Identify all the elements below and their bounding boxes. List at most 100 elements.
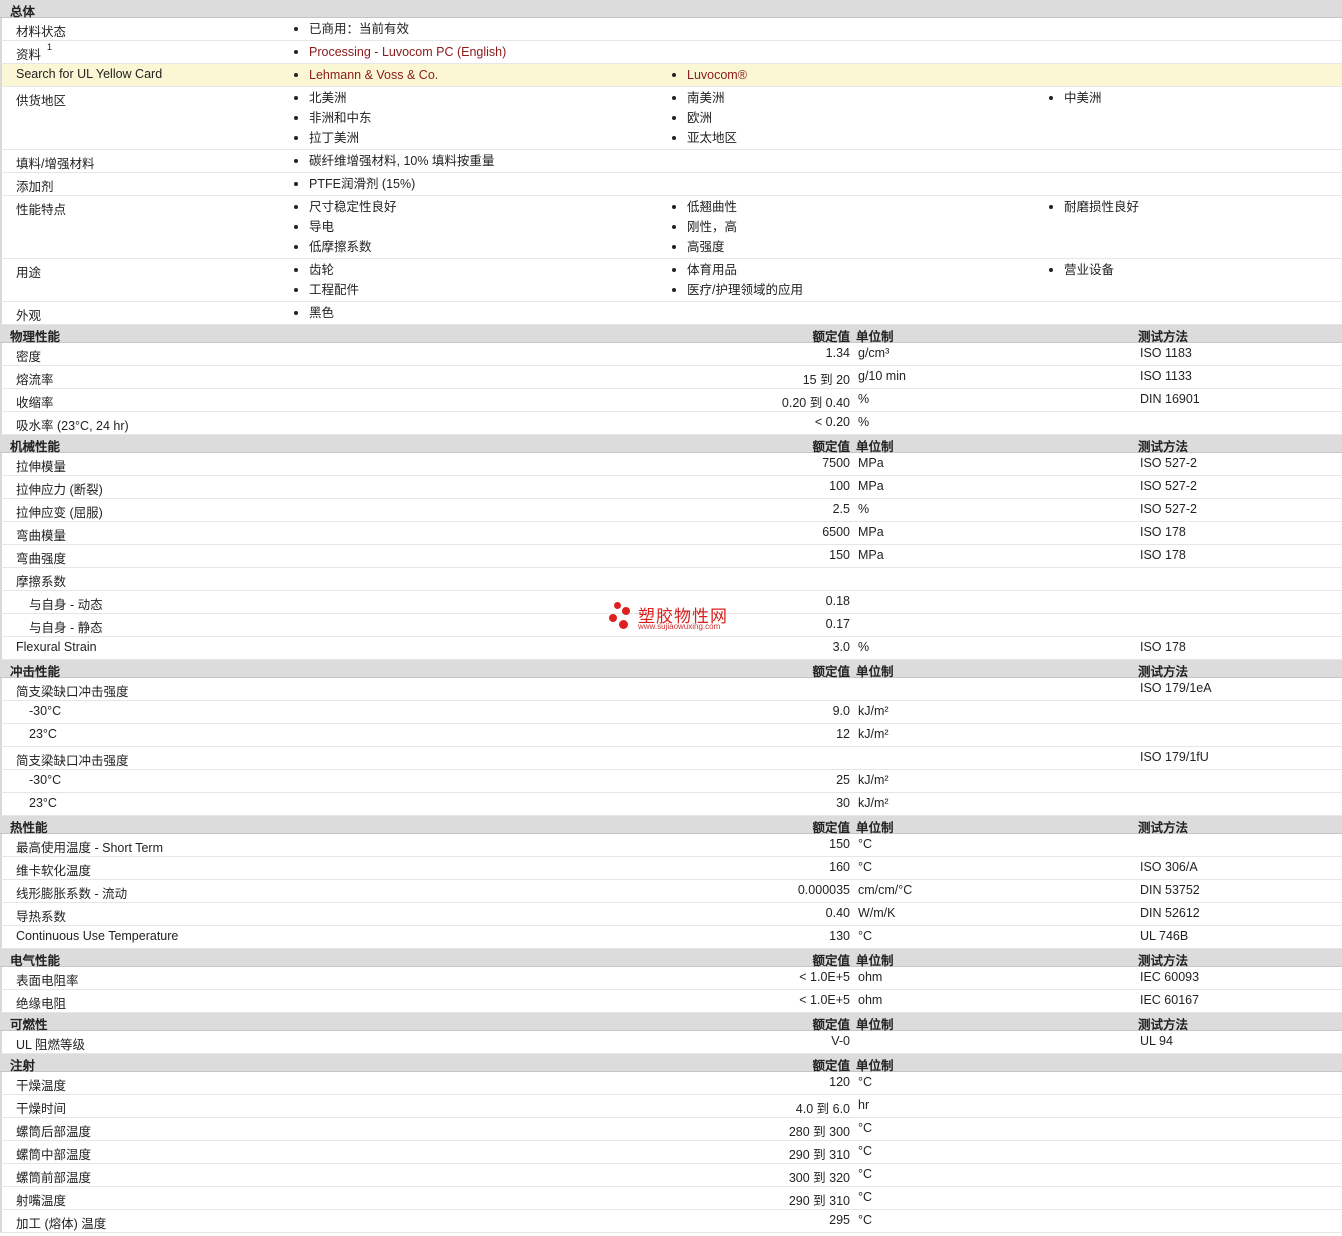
general-row: 添加剂 PTFE润滑剂 (15%) bbox=[0, 173, 1342, 196]
bullet-link[interactable]: Luvocom® bbox=[670, 67, 747, 87]
property-row: Continuous Use Temperature 130 °C UL 746B bbox=[0, 926, 1342, 949]
property-unit: kJ/m² bbox=[858, 773, 889, 787]
property-label: 导热系数 bbox=[16, 910, 67, 924]
test-method: DIN 52612 bbox=[1140, 906, 1200, 920]
property-value: 15 到 20 bbox=[802, 373, 850, 387]
property-value: 160 bbox=[829, 860, 850, 874]
test-method: ISO 527-2 bbox=[1140, 456, 1197, 470]
section-header-general: 总体 bbox=[0, 0, 1342, 19]
property-row: 加工 (熔体) 温度 295 °C bbox=[0, 1210, 1342, 1233]
test-method: ISO 1183 bbox=[1140, 346, 1192, 360]
property-label: 螺筒中部温度 bbox=[16, 1148, 92, 1162]
property-row: 拉伸模量 7500 MPa ISO 527-2 bbox=[0, 453, 1342, 476]
property-row: 最高使用温度 - Short Term 150 °C bbox=[0, 834, 1342, 857]
property-label: 摩擦系数 bbox=[16, 575, 67, 589]
bullet-item: 体育用品 bbox=[670, 262, 803, 282]
property-unit: MPa bbox=[858, 479, 884, 493]
property-label: Flexural Strain bbox=[16, 640, 97, 654]
property-unit: W/m/K bbox=[858, 906, 896, 920]
property-label: Continuous Use Temperature bbox=[16, 929, 179, 943]
bullet-item: 欧洲 bbox=[670, 110, 737, 130]
property-label: 拉伸应力 (断裂) bbox=[16, 483, 103, 497]
property-unit: °C bbox=[858, 929, 873, 943]
property-row: 射嘴温度 290 到 310 °C bbox=[0, 1187, 1342, 1210]
property-row: -30°C 9.0 kJ/m² bbox=[0, 701, 1342, 724]
property-value: 0.40 bbox=[825, 906, 850, 920]
bullet-list: 齿轮 工程配件 bbox=[292, 262, 359, 302]
row-label: 材料状态 bbox=[16, 25, 67, 39]
bullet-list: 体育用品 医疗/护理领域的应用 bbox=[670, 262, 803, 302]
property-unit: °C bbox=[858, 1075, 873, 1089]
property-label: 弯曲模量 bbox=[16, 529, 67, 543]
property-label: 干燥温度 bbox=[16, 1079, 67, 1093]
bullet-item: 中美洲 bbox=[1047, 90, 1102, 110]
property-row: 线形膨胀系数 - 流动 0.000035 cm/cm/°C DIN 53752 bbox=[0, 880, 1342, 903]
test-method: DIN 16901 bbox=[1140, 392, 1200, 406]
property-label: 与自身 - 静态 bbox=[29, 621, 103, 635]
general-row: 供货地区 北美洲 非洲和中东 拉丁美洲 南美洲 欧洲 亚太地区 中美洲 bbox=[0, 87, 1342, 150]
bullet-item: 已商用：当前有效 bbox=[292, 21, 409, 41]
bullet-link[interactable]: Processing - Luvocom PC (English) bbox=[292, 44, 506, 64]
bullet-item: 黑色 bbox=[292, 305, 334, 325]
property-row: 干燥温度 120 °C bbox=[0, 1072, 1342, 1095]
property-label: 弯曲强度 bbox=[16, 552, 67, 566]
property-unit: °C bbox=[858, 1121, 873, 1135]
property-value: < 1.0E+5 bbox=[799, 993, 850, 1007]
bullet-list: 碳纤维增强材料, 10% 填料按重量 bbox=[292, 153, 494, 173]
property-label: 收缩率 bbox=[16, 396, 54, 410]
property-unit: % bbox=[858, 502, 870, 516]
property-unit: °C bbox=[858, 1167, 873, 1181]
bullet-list: 耐磨损性良好 bbox=[1047, 199, 1139, 219]
property-row: 简支梁缺口冲击强度 ISO 179/1eA bbox=[0, 678, 1342, 701]
property-value: 12 bbox=[836, 727, 850, 741]
property-unit: ohm bbox=[858, 993, 883, 1007]
property-unit: % bbox=[858, 640, 870, 654]
row-label: 用途 bbox=[16, 266, 42, 280]
property-row: 吸水率 (23°C, 24 hr) < 0.20% bbox=[0, 412, 1342, 435]
row-label: 外观 bbox=[16, 309, 42, 323]
bullet-item: 齿轮 bbox=[292, 262, 359, 282]
general-row: 资料 1 Processing - Luvocom PC (English) bbox=[0, 41, 1342, 64]
property-value: 290 到 310 bbox=[788, 1194, 850, 1208]
general-row: 填料/增强材料 碳纤维增强材料, 10% 填料按重量 bbox=[0, 150, 1342, 173]
property-unit: °C bbox=[858, 1144, 873, 1158]
property-value: 2.5 bbox=[832, 502, 850, 516]
property-row: 弯曲强度 150 MPa ISO 178 bbox=[0, 545, 1342, 568]
bullet-list: 黑色 bbox=[292, 305, 334, 325]
property-label: -30°C bbox=[29, 773, 62, 787]
property-value: 280 到 300 bbox=[788, 1125, 850, 1139]
bullet-item: 非洲和中东 bbox=[292, 110, 372, 130]
property-row: 23°C 30 kJ/m² bbox=[0, 793, 1342, 816]
property-label: 拉伸应变 (屈服) bbox=[16, 506, 103, 520]
property-value: 150 bbox=[829, 837, 850, 851]
bullet-item: 拉丁美洲 bbox=[292, 130, 372, 150]
general-row: 外观 黑色 bbox=[0, 302, 1342, 325]
property-unit: °C bbox=[858, 837, 873, 851]
property-row: Flexural Strain 3.0% ISO 178 bbox=[0, 637, 1342, 660]
row-label: 供货地区 bbox=[16, 94, 67, 108]
property-unit: °C bbox=[858, 1213, 873, 1227]
test-method: UL 94 bbox=[1140, 1034, 1173, 1048]
test-method: IEC 60167 bbox=[1140, 993, 1200, 1007]
test-method: ISO 1133 bbox=[1140, 369, 1192, 383]
test-method: DIN 53752 bbox=[1140, 883, 1200, 897]
property-value: 6500 bbox=[822, 525, 850, 539]
test-method: ISO 179/1eA bbox=[1140, 681, 1212, 695]
bullet-link[interactable]: Lehmann & Voss & Co. bbox=[292, 67, 438, 87]
test-method: ISO 527-2 bbox=[1140, 479, 1197, 493]
property-label: 简支梁缺口冲击强度 bbox=[16, 685, 129, 699]
watermark-url: www.sujiaowuxing.com bbox=[638, 622, 721, 631]
property-label: 线形膨胀系数 - 流动 bbox=[16, 887, 128, 901]
bullet-list: 已商用：当前有效 bbox=[292, 21, 409, 41]
bullet-item: 北美洲 bbox=[292, 90, 372, 110]
bullet-list: 尺寸稳定性良好 导电 低摩擦系数 bbox=[292, 199, 397, 259]
test-method: ISO 306/A bbox=[1140, 860, 1198, 874]
bullet-list: 北美洲 非洲和中东 拉丁美洲 bbox=[292, 90, 372, 150]
bullet-item: 南美洲 bbox=[670, 90, 737, 110]
property-row: 熔流率 15 到 20 g/10 min ISO 1133 bbox=[0, 366, 1342, 389]
bullet-item: 亚太地区 bbox=[670, 130, 737, 150]
property-value: 0.000035 bbox=[797, 883, 850, 897]
property-value: 0.18 bbox=[825, 594, 850, 608]
bullet-item: 尺寸稳定性良好 bbox=[292, 199, 397, 219]
property-unit: kJ/m² bbox=[858, 796, 889, 810]
